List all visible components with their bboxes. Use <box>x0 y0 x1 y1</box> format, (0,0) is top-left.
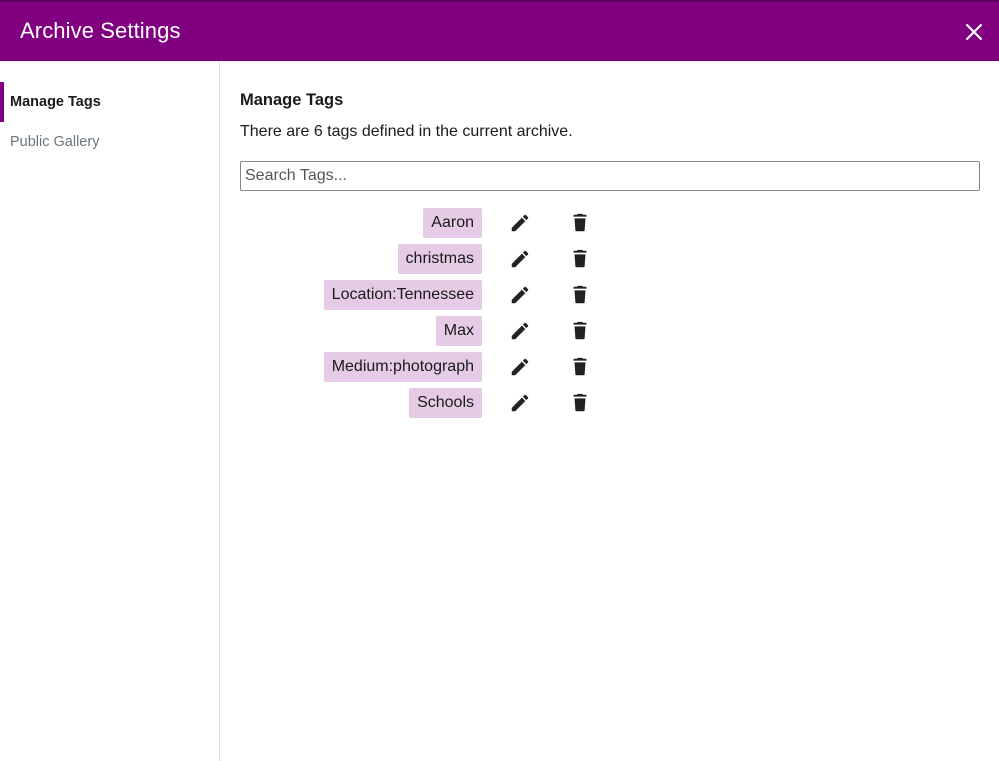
tag-label: Medium:photograph <box>323 352 482 382</box>
close-icon <box>965 23 983 41</box>
tag-row: Max <box>240 316 600 346</box>
tag-label: Schools <box>409 388 482 418</box>
tag-label: Location:Tennessee <box>323 280 482 310</box>
delete-tag-button[interactable] <box>569 284 591 306</box>
sidebar-item-public-gallery[interactable]: Public Gallery <box>0 122 219 162</box>
edit-tag-button[interactable] <box>509 248 531 270</box>
tag-label: Aaron <box>423 208 482 238</box>
trash-icon <box>573 249 587 268</box>
delete-tag-button[interactable] <box>569 356 591 378</box>
delete-tag-button[interactable] <box>569 248 591 270</box>
pencil-icon <box>511 358 529 376</box>
pencil-icon <box>511 250 529 268</box>
tag-row: Schools <box>240 388 600 418</box>
pencil-icon <box>511 214 529 232</box>
trash-icon <box>573 285 587 304</box>
sidebar-item-label: Public Gallery <box>10 134 100 150</box>
trash-icon <box>573 393 587 412</box>
tag-label: christmas <box>397 244 482 274</box>
tag-row: Location:Tennessee <box>240 280 600 310</box>
search-tags-input[interactable] <box>240 161 980 191</box>
pencil-icon <box>511 322 529 340</box>
tag-count-text: There are 6 tags defined in the current … <box>240 123 573 140</box>
dialog-header: Archive Settings <box>0 0 999 61</box>
tag-row: Medium:photograph <box>240 352 600 382</box>
edit-tag-button[interactable] <box>509 320 531 342</box>
pencil-icon <box>511 394 529 412</box>
tag-label: Max <box>435 316 482 346</box>
sidebar-item-label: Manage Tags <box>10 94 101 110</box>
edit-tag-button[interactable] <box>509 356 531 378</box>
trash-icon <box>573 321 587 340</box>
settings-sidebar: Manage Tags Public Gallery <box>0 61 220 761</box>
edit-tag-button[interactable] <box>509 284 531 306</box>
edit-tag-button[interactable] <box>509 392 531 414</box>
tag-row: Aaron <box>240 208 600 238</box>
tag-row: christmas <box>240 244 600 274</box>
edit-tag-button[interactable] <box>509 212 531 234</box>
delete-tag-button[interactable] <box>569 320 591 342</box>
pencil-icon <box>511 286 529 304</box>
sidebar-item-manage-tags[interactable]: Manage Tags <box>0 82 219 122</box>
trash-icon <box>573 213 587 232</box>
trash-icon <box>573 357 587 376</box>
dialog-title: Archive Settings <box>20 18 181 43</box>
close-button[interactable] <box>961 19 987 45</box>
section-title: Manage Tags <box>240 91 344 109</box>
delete-tag-button[interactable] <box>569 212 591 234</box>
delete-tag-button[interactable] <box>569 392 591 414</box>
